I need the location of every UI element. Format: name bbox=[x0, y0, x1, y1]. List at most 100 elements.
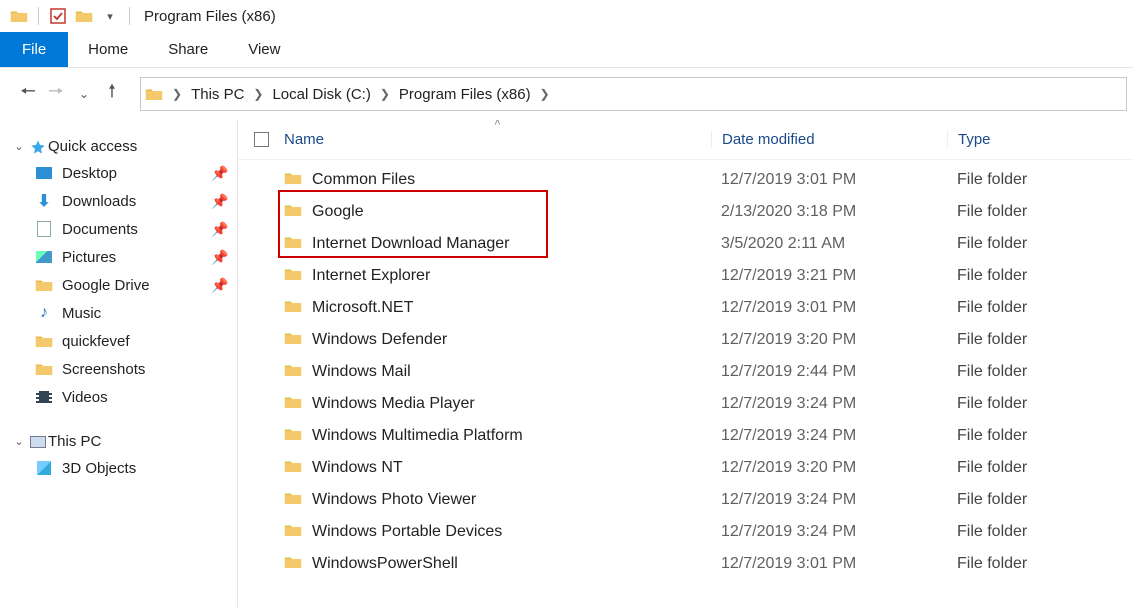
folder-row[interactable]: Windows Portable Devices12/7/2019 3:24 P… bbox=[238, 516, 1133, 548]
nav-group-this-pc[interactable]: ⌄ This PC bbox=[10, 429, 233, 454]
item-type: File folder bbox=[947, 555, 1133, 573]
folder-icon bbox=[284, 523, 302, 542]
folder-row[interactable]: Windows Media Player12/7/2019 3:24 PMFil… bbox=[238, 388, 1133, 420]
folder-row[interactable]: Google2/13/2020 3:18 PMFile folder bbox=[238, 196, 1133, 228]
nav-group-label: Quick access bbox=[48, 138, 137, 155]
item-type: File folder bbox=[947, 459, 1133, 477]
item-type: File folder bbox=[947, 203, 1133, 221]
downloads-icon: ⬇ bbox=[34, 192, 54, 210]
documents-icon bbox=[34, 220, 54, 238]
pin-icon: 📌 bbox=[209, 277, 231, 294]
separator bbox=[38, 7, 39, 25]
item-name: Internet Explorer bbox=[312, 267, 430, 285]
item-date: 12/7/2019 3:21 PM bbox=[711, 267, 947, 285]
item-date: 3/5/2020 2:11 AM bbox=[711, 235, 947, 253]
folder-row[interactable]: WindowsPowerShell 12/7/2019 3:01 PMFile f… bbox=[238, 548, 1133, 580]
address-bar[interactable]: ❯ This PC ❯ Local Disk (C:) ❯ Program Fi… bbox=[140, 77, 1127, 111]
item-type: File folder bbox=[947, 235, 1133, 253]
folder-row[interactable]: Common Files12/7/2019 3:01 PMFile folder bbox=[238, 164, 1133, 196]
nav-recent-dropdown[interactable]: ⌄ bbox=[70, 80, 98, 108]
nav-up-button[interactable]: 🠕 bbox=[98, 80, 126, 108]
nav-item-label: Documents bbox=[62, 221, 138, 238]
qat-customize-icon[interactable]: ▾ bbox=[101, 7, 119, 25]
nav-item-downloads[interactable]: ⬇Downloads📌 bbox=[10, 187, 233, 215]
folder-icon bbox=[284, 203, 302, 222]
chevron-right-icon[interactable]: ❯ bbox=[250, 87, 266, 101]
nav-item-3d-objects[interactable]: 3D Objects bbox=[10, 454, 233, 482]
nav-item-quickfevef[interactable]: quickfevef bbox=[10, 327, 233, 355]
item-type: File folder bbox=[947, 331, 1133, 349]
breadcrumb-item[interactable]: This PC bbox=[185, 78, 250, 110]
app-folder-icon bbox=[10, 7, 28, 25]
column-header-date[interactable]: Date modified bbox=[711, 131, 947, 148]
item-type: File folder bbox=[947, 363, 1133, 381]
nav-group-quick-access[interactable]: ⌄ Quick access bbox=[10, 134, 233, 159]
folder-icon bbox=[284, 491, 302, 510]
folder-row[interactable]: Microsoft.NET12/7/2019 3:01 PMFile folde… bbox=[238, 292, 1133, 324]
item-name: Windows NT bbox=[312, 459, 403, 477]
folder-icon bbox=[34, 332, 54, 350]
column-header-name[interactable]: ˄ Name bbox=[284, 131, 711, 148]
nav-item-videos[interactable]: Videos bbox=[10, 383, 233, 411]
ribbon-tabs: File Home Share View bbox=[0, 32, 1133, 68]
address-folder-icon bbox=[145, 85, 163, 103]
pin-icon: 📌 bbox=[209, 193, 231, 210]
nav-item-screenshots[interactable]: Screenshots bbox=[10, 355, 233, 383]
nav-item-google-drive[interactable]: Google Drive📌 bbox=[10, 271, 233, 299]
nav-item-desktop[interactable]: Desktop📌 bbox=[10, 159, 233, 187]
folder-row[interactable]: Windows Photo Viewer12/7/2019 3:24 PMFil… bbox=[238, 484, 1133, 516]
content-pane: ˄ Name Date modified Type Common Files12… bbox=[238, 120, 1133, 607]
ribbon-tab-file[interactable]: File bbox=[0, 32, 68, 67]
item-date: 12/7/2019 3:20 PM bbox=[711, 459, 947, 477]
item-date: 12/7/2019 3:01 PM bbox=[711, 555, 947, 573]
folder-row[interactable]: Windows NT 12/7/2019 3:20 PMFile folder bbox=[238, 452, 1133, 484]
ribbon-tab-view[interactable]: View bbox=[228, 32, 300, 67]
item-type: File folder bbox=[947, 171, 1133, 189]
videos-icon bbox=[34, 388, 54, 406]
sort-ascending-icon: ˄ bbox=[494, 120, 500, 129]
ribbon-tab-home[interactable]: Home bbox=[68, 32, 148, 67]
column-headers: ˄ Name Date modified Type bbox=[238, 120, 1133, 160]
nav-item-label: 3D Objects bbox=[62, 460, 136, 477]
item-type: File folder bbox=[947, 491, 1133, 509]
3d-icon bbox=[34, 459, 54, 477]
qat-properties-icon[interactable] bbox=[49, 7, 67, 25]
item-name: Common Files bbox=[312, 171, 415, 189]
title-bar: ▾ Program Files (x86) bbox=[0, 0, 1133, 32]
item-name: Windows Photo Viewer bbox=[312, 491, 476, 509]
nav-item-pictures[interactable]: Pictures📌 bbox=[10, 243, 233, 271]
breadcrumb-item[interactable]: Local Disk (C:) bbox=[266, 78, 376, 110]
folder-row[interactable]: Windows Mail12/7/2019 2:44 PMFile folder bbox=[238, 356, 1133, 388]
folder-row[interactable]: Windows Defender12/7/2019 3:20 PMFile fo… bbox=[238, 324, 1133, 356]
folder-row[interactable]: Internet Download Manager3/5/2020 2:11 A… bbox=[238, 228, 1133, 260]
folder-icon bbox=[284, 363, 302, 382]
item-date: 12/7/2019 3:01 PM bbox=[711, 299, 947, 317]
address-row: 🠔 🠖 ⌄ 🠕 ❯ This PC ❯ Local Disk (C:) ❯ Pr… bbox=[0, 68, 1133, 120]
item-type: File folder bbox=[947, 523, 1133, 541]
item-date: 12/7/2019 3:24 PM bbox=[711, 395, 947, 413]
nav-item-music[interactable]: ♪Music bbox=[10, 299, 233, 327]
folder-icon bbox=[284, 427, 302, 446]
nav-item-documents[interactable]: Documents📌 bbox=[10, 215, 233, 243]
breadcrumb-item[interactable]: Program Files (x86) bbox=[393, 78, 537, 110]
chevron-right-icon[interactable]: ❯ bbox=[537, 87, 553, 101]
folder-icon bbox=[284, 267, 302, 286]
chevron-down-icon: ⌄ bbox=[12, 140, 26, 153]
folder-row[interactable]: Internet Explorer12/7/2019 3:21 PMFile f… bbox=[238, 260, 1133, 292]
qat-newfolder-icon[interactable] bbox=[75, 7, 93, 25]
ribbon-tab-share[interactable]: Share bbox=[148, 32, 228, 67]
chevron-right-icon[interactable]: ❯ bbox=[169, 87, 185, 101]
item-name: Microsoft.NET bbox=[312, 299, 413, 317]
pc-icon bbox=[28, 436, 48, 448]
select-all-checkbox[interactable] bbox=[238, 132, 284, 147]
main-area: ⌄ Quick access Desktop📌⬇Downloads📌Docume… bbox=[0, 120, 1133, 607]
folder-row[interactable]: Windows Multimedia Platform12/7/2019 3:2… bbox=[238, 420, 1133, 452]
item-name: WindowsPowerShell bbox=[312, 555, 458, 573]
desktop-icon bbox=[34, 164, 54, 182]
item-name: Windows Mail bbox=[312, 363, 411, 381]
nav-forward-button[interactable]: 🠖 bbox=[42, 80, 70, 108]
folder-icon bbox=[284, 459, 302, 478]
chevron-right-icon[interactable]: ❯ bbox=[377, 87, 393, 101]
column-header-type[interactable]: Type bbox=[947, 131, 1133, 148]
nav-back-button[interactable]: 🠔 bbox=[14, 80, 42, 108]
